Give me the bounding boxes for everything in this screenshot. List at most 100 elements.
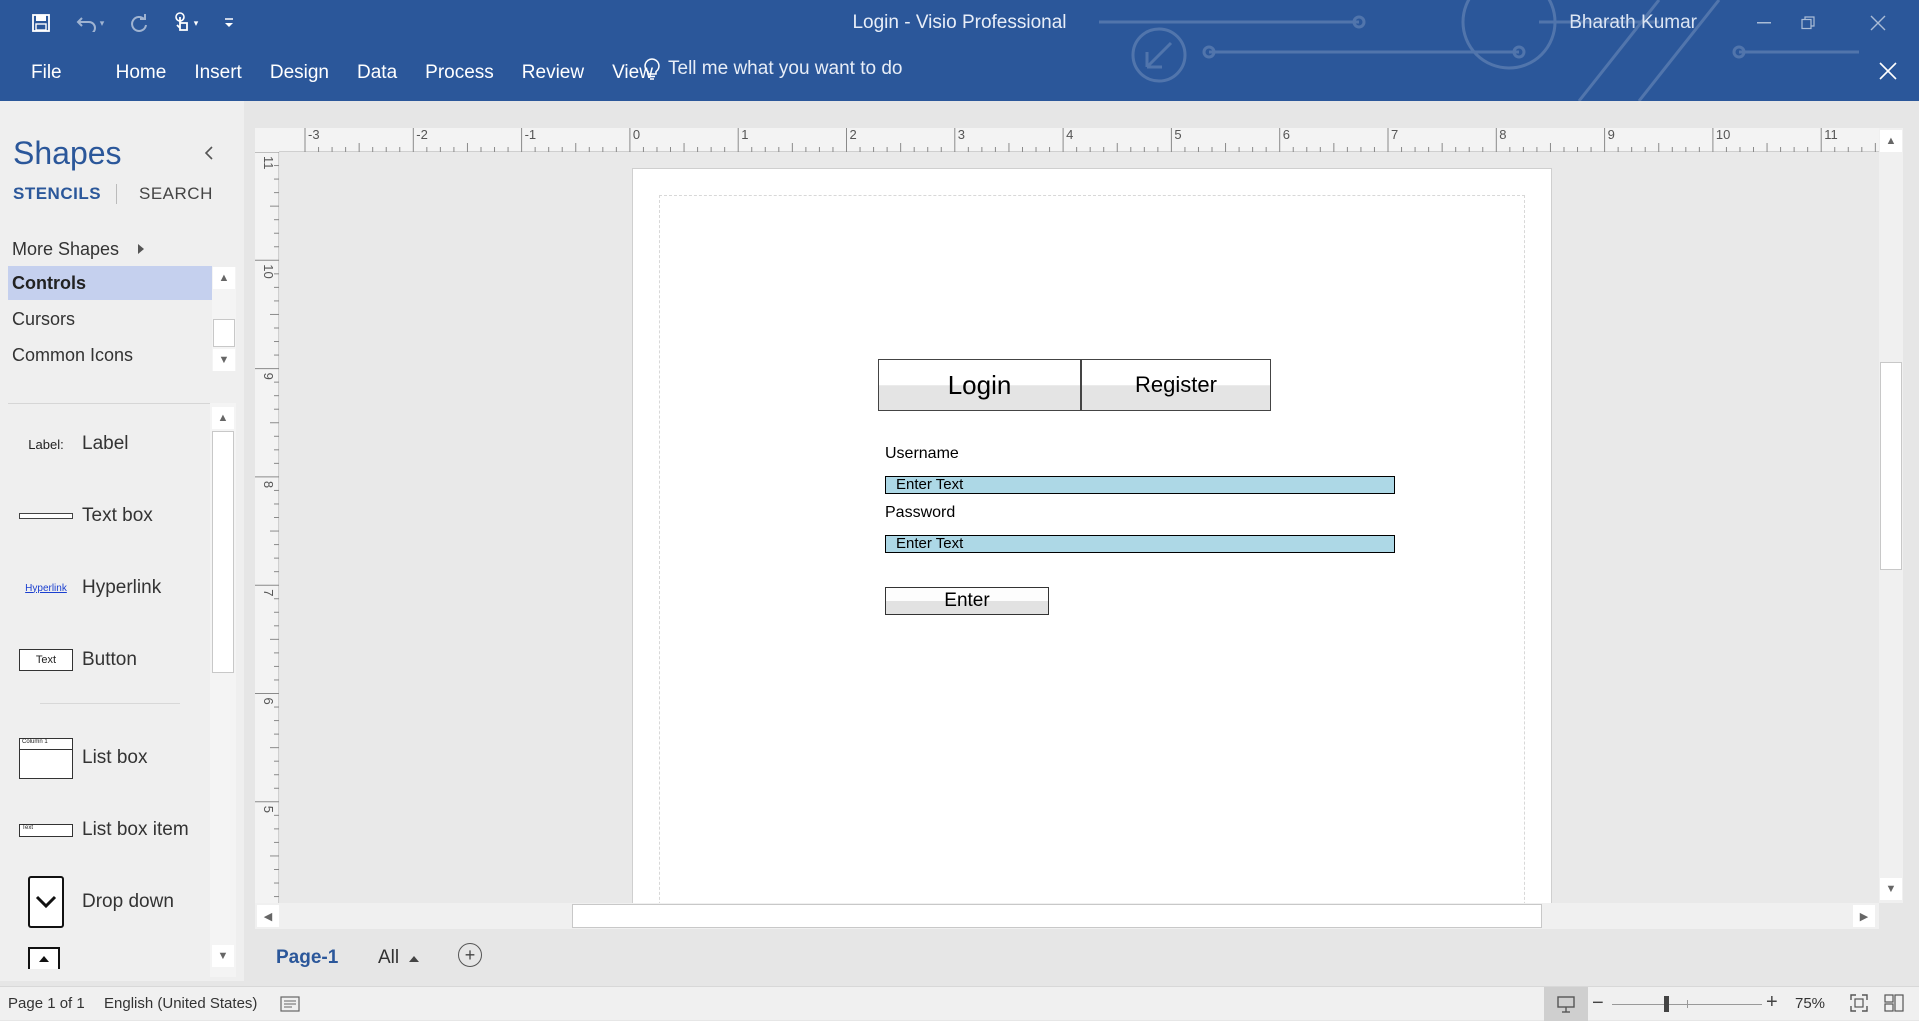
add-page-icon[interactable]: + — [458, 943, 482, 967]
tab-review[interactable]: Review — [522, 62, 584, 84]
ruler-label: 5 — [261, 806, 276, 813]
label-shape-thumbnail: Label: — [28, 436, 64, 452]
presentation-mode-icon[interactable] — [1544, 987, 1588, 1021]
ruler-label: 10 — [261, 264, 276, 278]
shape-list-box[interactable]: Column 1 List box — [8, 729, 212, 787]
shape-label-text: Drop down — [82, 891, 174, 912]
tell-me-search[interactable]: Tell me what you want to do — [644, 58, 902, 80]
ruler-label: 2 — [850, 128, 857, 142]
ruler-corner — [255, 128, 279, 152]
canvas-vertical-scrollbar[interactable]: ▲ ▼ — [1879, 128, 1903, 903]
close-document-icon[interactable] — [1879, 58, 1897, 84]
scroll-shape-partial — [28, 947, 60, 969]
zoom-in-icon[interactable]: + — [1766, 991, 1778, 1014]
shape-hyperlink[interactable]: Hyperlink Hyperlink — [8, 559, 212, 617]
scroll-up-icon[interactable]: ▲ — [213, 267, 235, 289]
tab-divider — [116, 184, 117, 204]
tab-insert[interactable]: Insert — [194, 62, 242, 84]
ruler-label: -1 — [525, 128, 537, 142]
scroll-right-icon[interactable]: ▶ — [1853, 905, 1875, 927]
tab-process[interactable]: Process — [425, 62, 494, 84]
tell-me-text: Tell me what you want to do — [668, 58, 903, 79]
scroll-up-icon[interactable]: ▲ — [212, 407, 234, 429]
shape-text-box[interactable]: Text box — [8, 487, 212, 545]
fit-page-icon[interactable] — [1850, 994, 1868, 1016]
scroll-up-icon[interactable]: ▲ — [1880, 130, 1902, 152]
tab-data[interactable]: Data — [357, 62, 397, 84]
close-window-icon[interactable] — [1855, 6, 1901, 40]
canvas-horizontal-scrollbar[interactable]: ◀ ▶ — [255, 903, 1879, 929]
shapes-list-scrollbar[interactable]: ▲ ▼ — [210, 403, 236, 977]
restore-icon[interactable] — [1785, 6, 1831, 40]
scrollbar-thumb[interactable] — [572, 904, 1542, 928]
scrollbar-thumb[interactable] — [1880, 362, 1902, 570]
collapse-pane-icon[interactable] — [204, 141, 214, 167]
ruler-label: 9 — [1608, 128, 1615, 142]
ruler-label: 8 — [261, 481, 276, 488]
tab-home[interactable]: Home — [116, 62, 167, 84]
ruler-label: 7 — [261, 589, 276, 596]
tab-stencils[interactable]: STENCILS — [13, 184, 101, 204]
stencil-cursors[interactable]: Cursors — [8, 302, 212, 336]
zoom-level[interactable]: 75% — [1795, 995, 1825, 1012]
drawing-canvas[interactable]: Login Register Username Enter Text Passw… — [280, 152, 1879, 903]
wireframe-enter-button[interactable]: Enter — [885, 587, 1049, 615]
title-bar: ▾ ▾ Login - Visio Professional Bharath K… — [0, 0, 1919, 101]
user-account-name[interactable]: Bharath Kumar — [1569, 12, 1697, 34]
macro-record-icon[interactable] — [280, 996, 300, 1016]
shape-label-text: Button — [82, 649, 137, 670]
shape-list-box-item[interactable]: Text List box item — [8, 801, 212, 859]
shape-label-text: Text box — [82, 505, 153, 526]
scroll-down-icon[interactable]: ▼ — [213, 349, 235, 371]
pane-separator — [8, 403, 234, 404]
triangle-up-icon — [404, 947, 420, 968]
scroll-down-icon[interactable]: ▼ — [1880, 878, 1902, 900]
zoom-slider-midpoint — [1687, 1000, 1688, 1008]
tab-search[interactable]: SEARCH — [139, 184, 213, 204]
ruler-label: -3 — [308, 128, 320, 142]
status-language[interactable]: English (United States) — [104, 995, 257, 1012]
shape-label[interactable]: Label: Label — [8, 415, 212, 473]
stencil-controls[interactable]: Controls — [8, 266, 212, 300]
ruler-label: 6 — [1283, 128, 1290, 142]
minimize-icon[interactable] — [1741, 6, 1787, 40]
hyperlink-shape-thumbnail: Hyperlink — [25, 582, 67, 594]
stencil-list-scrollbar[interactable]: ▲ ▼ — [212, 267, 236, 371]
ruler-label: 3 — [958, 128, 965, 142]
ruler-label: 7 — [1391, 128, 1398, 142]
vertical-ruler-ticks: 11 10 9 8 7 6 5 — [255, 151, 279, 898]
tab-file[interactable]: File — [31, 62, 62, 84]
zoom-out-icon[interactable]: − — [1592, 992, 1604, 1015]
drawing-page[interactable]: Login Register Username Enter Text Passw… — [632, 168, 1552, 903]
switch-windows-icon[interactable] — [1884, 994, 1904, 1016]
tab-design[interactable]: Design — [270, 62, 329, 84]
scroll-down-icon[interactable]: ▼ — [212, 945, 234, 967]
chevron-down-icon — [18, 876, 74, 928]
lightbulb-icon — [644, 58, 660, 80]
all-pages-tab[interactable]: All — [378, 947, 420, 969]
shapes-pane: Shapes STENCILS SEARCH More Shapes Contr… — [0, 101, 244, 981]
shape-drop-down[interactable]: Drop down — [8, 873, 212, 931]
status-page-info[interactable]: Page 1 of 1 — [8, 995, 85, 1012]
shape-label-text: Label — [82, 433, 129, 454]
scrollbar-thumb[interactable] — [213, 319, 235, 347]
ruler-label: -2 — [416, 128, 428, 142]
ruler-label: 9 — [261, 373, 276, 380]
page-tab-page-1[interactable]: Page-1 — [276, 947, 338, 969]
horizontal-ruler-ticks: -3 -2 -1 0 1 2 3 4 5 6 7 8 9 10 11 — [304, 127, 1876, 152]
all-pages-label: All — [378, 947, 400, 968]
scroll-left-icon[interactable]: ◀ — [257, 905, 279, 927]
wireframe-username-label: Username — [885, 445, 959, 462]
zoom-slider-thumb[interactable] — [1664, 996, 1669, 1012]
wireframe-password-input[interactable]: Enter Text — [885, 535, 1395, 553]
stencil-common-icons[interactable]: Common Icons — [8, 338, 212, 372]
scrollbar-thumb[interactable] — [212, 431, 234, 673]
shape-button[interactable]: Text Button — [8, 631, 212, 689]
shape-label-text: List box item — [82, 819, 189, 840]
wireframe-login-tab[interactable]: Login — [878, 359, 1081, 411]
more-shapes-menu[interactable]: More Shapes — [8, 232, 212, 266]
wireframe-username-input[interactable]: Enter Text — [885, 476, 1395, 494]
wireframe-register-tab[interactable]: Register — [1081, 359, 1271, 411]
vertical-ruler: 11 10 9 8 7 6 5 — [255, 151, 279, 903]
ruler-label: 11 — [1824, 128, 1838, 142]
